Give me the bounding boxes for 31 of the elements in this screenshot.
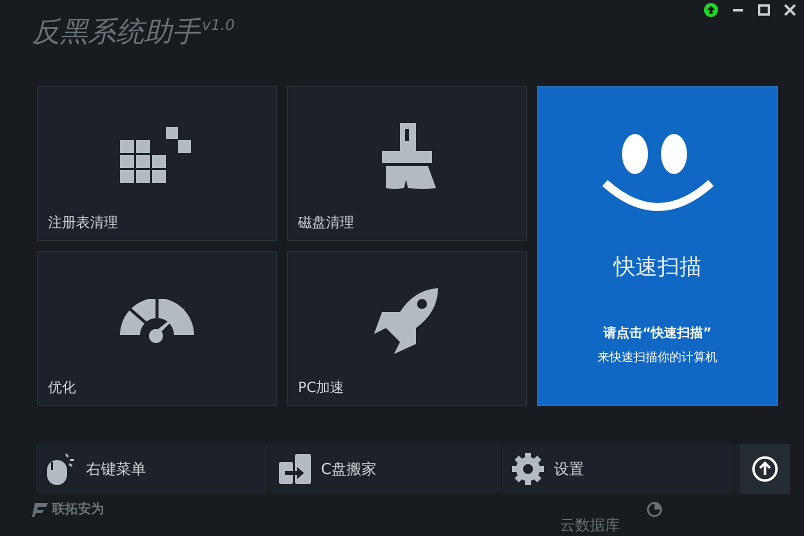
tile-label: PC加速 [297, 381, 346, 398]
quick-scan-tile[interactable]: 快速扫描 请点击“快速扫描” 来快速扫描你的计算机 [537, 86, 778, 406]
app-title: 反黑系统助手 [32, 18, 200, 46]
speedometer-icon [120, 298, 194, 342]
scan-hint: 请点击“快速扫描” [603, 325, 712, 343]
scan-subhint: 来快速扫描你的计算机 [598, 348, 718, 366]
toolbar-button[interactable]: C盘搬家 [269, 444, 502, 494]
close-icon[interactable] [784, 4, 796, 16]
mouse-icon [46, 452, 76, 486]
scroll-up-button[interactable] [740, 444, 790, 494]
brand-logo-icon [32, 502, 48, 517]
tile-label: 磁盘清理 [297, 216, 355, 233]
toolbar-button[interactable]: 设置 [502, 444, 735, 494]
version-label: v1.0 [202, 18, 235, 33]
maximize-icon[interactable] [758, 4, 770, 16]
cloud-database-label: 云数据库 [560, 515, 620, 536]
feature-tile[interactable]: 磁盘清理 [287, 86, 527, 241]
upgrade-icon[interactable] [704, 3, 718, 17]
grid-blocks-icon [120, 126, 194, 184]
transfer-icon [279, 454, 311, 484]
toolbar-button[interactable]: 右键菜单 [36, 444, 269, 494]
gear-icon [512, 453, 544, 485]
tile-label: 注册表清理 [47, 216, 119, 233]
pie-chart-icon [647, 502, 662, 518]
scan-title: 快速扫描 [614, 254, 702, 282]
tile-label: 优化 [47, 381, 77, 398]
feature-tile[interactable]: 注册表清理 [37, 86, 277, 241]
feature-tile[interactable]: PC加速 [287, 251, 527, 406]
rocket-icon [374, 288, 440, 354]
brand-label: 联拓安为 [52, 500, 104, 519]
feature-tile[interactable]: 优化 [37, 251, 277, 406]
